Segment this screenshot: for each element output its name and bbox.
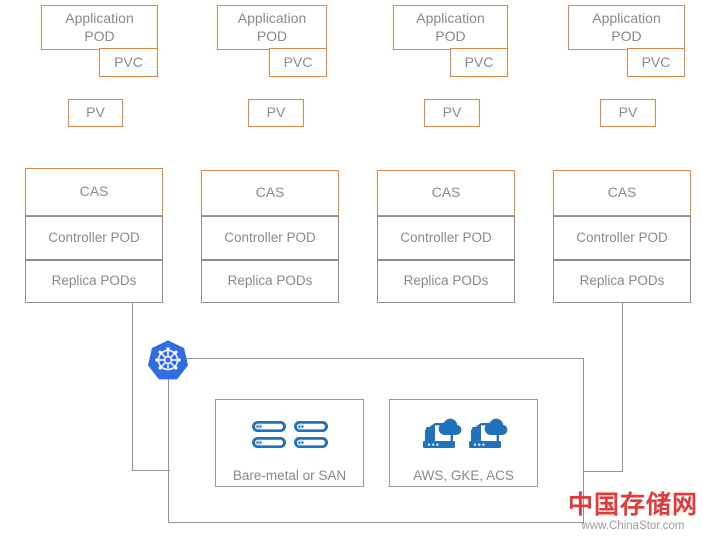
application-pod-box[interactable]: Application POD bbox=[568, 5, 685, 50]
diagram-canvas: Application POD PVC PV CAS Controller PO… bbox=[0, 0, 702, 542]
replica-pods-label: Replica PODs bbox=[227, 273, 313, 289]
pv-box[interactable]: PV bbox=[424, 99, 480, 127]
pvc-box[interactable]: PVC bbox=[269, 48, 327, 77]
controller-pod-box[interactable]: Controller POD bbox=[553, 216, 691, 260]
replica-pods-label: Replica PODs bbox=[579, 273, 665, 289]
controller-pod-box[interactable]: Controller POD bbox=[25, 216, 163, 260]
replica-pods-box[interactable]: Replica PODs bbox=[377, 260, 515, 303]
cas-box[interactable]: CAS bbox=[553, 170, 691, 216]
controller-pod-label: Controller POD bbox=[224, 229, 316, 245]
replica-pods-label: Replica PODs bbox=[403, 273, 489, 289]
controller-pod-box[interactable]: Controller POD bbox=[377, 216, 515, 260]
watermark-url: www.ChinaStor.com bbox=[581, 520, 685, 532]
connector-col4-vertical bbox=[622, 303, 624, 472]
replica-pods-box[interactable]: Replica PODs bbox=[201, 260, 339, 303]
connector-col1-horizontal bbox=[132, 470, 170, 472]
application-pod-box[interactable]: Application POD bbox=[217, 5, 327, 50]
cas-box[interactable]: CAS bbox=[201, 170, 339, 216]
connector-col1-vertical bbox=[132, 303, 134, 471]
kubernetes-icon bbox=[147, 339, 189, 381]
cloud-providers-box[interactable]: AWS, GKE, ACS bbox=[389, 399, 538, 487]
controller-pod-box[interactable]: Controller POD bbox=[201, 216, 339, 260]
controller-pod-label: Controller POD bbox=[48, 229, 140, 245]
replica-pods-box[interactable]: Replica PODs bbox=[25, 260, 163, 303]
replica-pods-box[interactable]: Replica PODs bbox=[553, 260, 691, 303]
cas-label: CAS bbox=[255, 184, 285, 201]
pv-label: PV bbox=[618, 104, 638, 121]
pv-box[interactable]: PV bbox=[248, 99, 304, 127]
replica-pods-label: Replica PODs bbox=[51, 273, 137, 289]
controller-pod-label: Controller POD bbox=[400, 229, 492, 245]
connector-bus-left bbox=[168, 358, 170, 523]
application-pod-line1: Application bbox=[416, 10, 485, 26]
application-pod-line2: POD bbox=[611, 27, 642, 44]
connector-col4-horizontal bbox=[583, 471, 623, 473]
watermark-chinese-text: 中国存储网 bbox=[568, 490, 699, 519]
pv-box[interactable]: PV bbox=[600, 99, 656, 127]
pv-box[interactable]: PV bbox=[68, 99, 123, 127]
pv-label: PV bbox=[442, 104, 462, 121]
pvc-box[interactable]: PVC bbox=[99, 48, 158, 77]
connector-bus-top bbox=[170, 358, 584, 360]
application-pod-label: Application POD bbox=[65, 10, 134, 45]
cloud-server-icon bbox=[419, 414, 509, 458]
pvc-label: PVC bbox=[641, 53, 671, 70]
server-rack-icon bbox=[251, 414, 329, 458]
application-pod-line2: POD bbox=[84, 27, 115, 44]
application-pod-box[interactable]: Application POD bbox=[393, 5, 508, 50]
application-pod-line1: Application bbox=[592, 10, 661, 26]
application-pod-line2: POD bbox=[435, 27, 466, 44]
cas-label: CAS bbox=[431, 184, 461, 201]
pvc-box[interactable]: PVC bbox=[627, 48, 685, 77]
application-pod-box[interactable]: Application POD bbox=[41, 5, 158, 50]
watermark: 中国存储网 www.ChinaStor.com bbox=[568, 492, 698, 532]
connector-bus-bottom bbox=[168, 522, 584, 524]
cas-label: CAS bbox=[79, 183, 109, 200]
pv-label: PV bbox=[266, 104, 286, 121]
pvc-label: PVC bbox=[283, 53, 313, 70]
pvc-box[interactable]: PVC bbox=[450, 48, 508, 77]
bare-metal-label: Bare-metal or SAN bbox=[232, 468, 347, 483]
pvc-label: PVC bbox=[464, 53, 494, 70]
controller-pod-label: Controller POD bbox=[576, 229, 668, 245]
application-pod-line1: Application bbox=[65, 10, 134, 26]
cas-box[interactable]: CAS bbox=[25, 168, 163, 216]
application-pod-label: Application POD bbox=[592, 10, 661, 45]
application-pod-line1: Application bbox=[237, 10, 307, 26]
pv-label: PV bbox=[86, 104, 105, 121]
application-pod-line2: POD bbox=[256, 27, 288, 44]
application-pod-label: Application POD bbox=[238, 10, 307, 45]
cas-box[interactable]: CAS bbox=[377, 170, 515, 216]
pvc-label: PVC bbox=[114, 53, 143, 70]
cloud-providers-label: AWS, GKE, ACS bbox=[413, 468, 514, 483]
bare-metal-box[interactable]: Bare-metal or SAN bbox=[215, 399, 364, 487]
application-pod-label: Application POD bbox=[416, 10, 485, 45]
cas-label: CAS bbox=[607, 184, 637, 201]
